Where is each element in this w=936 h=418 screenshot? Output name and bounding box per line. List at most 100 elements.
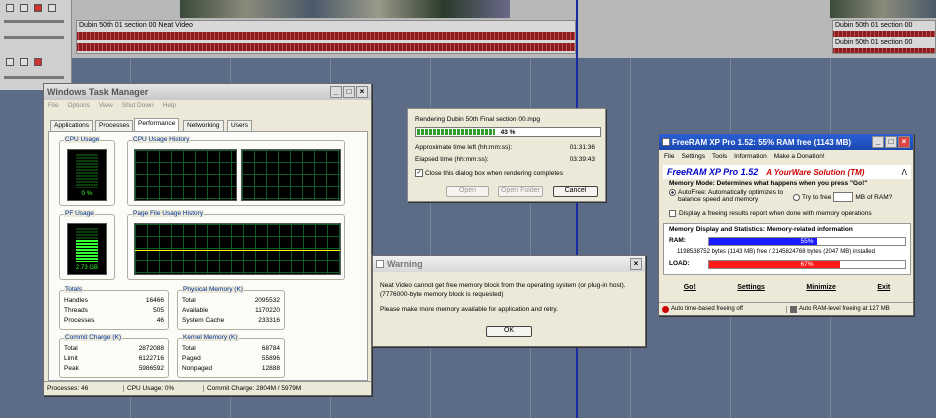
audio-clip-1[interactable]: Dubin 50th 01 section 00 Neat Video (76, 20, 576, 54)
close-icon[interactable]: × (356, 86, 368, 98)
solo-icon[interactable] (20, 58, 28, 66)
task-manager-window: Windows Task Manager _ □ × File Options … (43, 83, 372, 396)
waveform (833, 31, 935, 37)
cpu-history-graph-2 (241, 149, 341, 201)
volume-slider[interactable] (4, 76, 64, 79)
menu-information[interactable]: Information (734, 153, 767, 160)
menu-bar: File Options View Shut Down Help (48, 102, 176, 109)
status-bar: Processes: 46 CPU Usage: 0% Commit Charg… (44, 381, 371, 395)
window-title: Windows Task Manager (47, 87, 149, 97)
playhead-cursor[interactable] (576, 0, 578, 418)
mute-icon[interactable] (6, 58, 14, 66)
minimize-icon[interactable]: _ (330, 86, 342, 98)
status-cpu: CPU Usage: 0% (124, 385, 204, 392)
record-icon[interactable] (34, 58, 42, 66)
status-left: Auto time-based freeing off (659, 305, 787, 313)
tab-applications[interactable]: Applications (50, 120, 94, 131)
menu-tools[interactable]: Tools (712, 153, 727, 160)
tab-performance[interactable]: Performance (134, 118, 180, 131)
menu-file[interactable]: File (664, 153, 674, 160)
pf-usage-value: 2.73 GB (75, 265, 98, 271)
open-button[interactable]: Open (446, 186, 489, 197)
totals-title: Totals (64, 286, 83, 293)
try-free-option[interactable]: Try to free MB of RAM? (793, 192, 892, 202)
autofree-option[interactable]: AutoFree: Automatically optimizes to bal… (669, 189, 787, 203)
cpu-usage-value: 0 % (81, 190, 93, 197)
ram-label: RAM: (669, 237, 686, 244)
app-icon (662, 138, 670, 146)
waveform (77, 32, 575, 40)
ram-bar: 55% (708, 237, 906, 246)
checkbox-unchecked-icon[interactable] (669, 210, 676, 217)
clip-label: Dubin 50th 01 section 00 (835, 39, 913, 46)
physical-row: Available 1170220 (182, 307, 280, 314)
status-commit: Commit Charge: 2804M / 5979M (207, 385, 302, 392)
warning-titlebar[interactable]: Warning × (373, 256, 645, 272)
go-button[interactable]: Go! (684, 284, 696, 291)
pan-slider[interactable] (4, 36, 64, 39)
physical-row: System Cache 233316 (182, 317, 280, 324)
menu-file[interactable]: File (48, 102, 58, 109)
mb-amount-input[interactable] (833, 192, 854, 202)
ok-button[interactable]: OK (486, 326, 532, 337)
collapse-icon[interactable]: ᐱ (902, 168, 907, 177)
memory-chip-icon (790, 305, 797, 313)
tab-processes[interactable]: Processes (95, 120, 134, 131)
performance-panel: CPU Usage 0 % CPU Usage History PF Usage… (48, 131, 368, 381)
brand-name: FreeRAM XP Pro 1.52 (667, 167, 759, 177)
close-when-done[interactable]: ✓ Close this dialog box when rendering c… (415, 169, 563, 177)
menu-donate[interactable]: Make a Donation! (774, 153, 825, 160)
kernel-row: Paged 55896 (182, 355, 280, 362)
freeram-titlebar[interactable]: FreeRAM XP Pro 1.52: 55% RAM free (1143 … (659, 134, 913, 150)
radio-selected-icon[interactable] (669, 189, 676, 196)
warning-dialog: Warning × Neat Video cannot get free mem… (372, 255, 646, 347)
record-icon[interactable] (34, 4, 42, 12)
mute-icon[interactable] (6, 4, 14, 12)
exit-button[interactable]: Exit (877, 284, 890, 291)
fx-icon[interactable] (48, 4, 56, 12)
checkbox-checked-icon[interactable]: ✓ (415, 169, 423, 177)
render-title: Rendering Dubin 50th Final section 00.mp… (415, 116, 541, 123)
mb-of-ram-label: MB of RAM? (855, 193, 893, 201)
video-thumbnails-2 (830, 0, 936, 18)
time-left-row: Approximate time left (hh:mm:ss): 01:31:3… (415, 144, 595, 151)
kernel-row: Nonpaged 12888 (182, 365, 280, 372)
minimize-icon[interactable]: _ (872, 136, 884, 148)
display-report-label: Display a freeing results report when do… (679, 210, 872, 217)
cancel-button[interactable]: Cancel (553, 186, 598, 197)
volume-slider[interactable] (4, 20, 64, 23)
close-icon[interactable]: × (630, 258, 642, 270)
physical-memory-title: Physical Memory (K) (182, 286, 244, 293)
ram-percent: 55% (800, 238, 814, 245)
solo-icon[interactable] (20, 4, 28, 12)
open-folder-button[interactable]: Open Folder (498, 186, 543, 197)
menu-help[interactable]: Help (163, 102, 176, 109)
audio-clip-2[interactable]: Dubin 50th 01 section 00 Dubin 50th 01 s… (832, 20, 936, 54)
cpu-history-graph-1 (134, 149, 237, 201)
settings-button[interactable]: Settings (737, 284, 765, 291)
menu-settings[interactable]: Settings (681, 153, 705, 160)
video-thumbnails (180, 0, 510, 18)
stats-label: Memory Display and Statistics: Memory-re… (669, 226, 853, 233)
warning-message: Neat Video cannot get free memory block … (380, 282, 626, 313)
status-right: Auto RAM-level freeing at 127 MB (787, 305, 890, 313)
tab-users[interactable]: Users (227, 120, 252, 131)
maximize-icon[interactable]: □ (343, 86, 355, 98)
menu-shutdown[interactable]: Shut Down (122, 102, 154, 109)
commit-row: Total 2872088 (64, 345, 164, 352)
close-icon[interactable]: × (898, 136, 910, 148)
display-report-option[interactable]: Display a freeing results report when do… (669, 210, 872, 217)
menu-options[interactable]: Options (67, 102, 89, 109)
ram-detail: 1198538752 bytes (1143 MB) free / 214582… (677, 249, 875, 255)
waveform (833, 48, 935, 53)
totals-row: Handles 16466 (64, 297, 164, 304)
menu-view[interactable]: View (99, 102, 113, 109)
tab-networking[interactable]: Networking (183, 120, 224, 131)
warning-title: Warning (387, 259, 423, 269)
maximize-icon[interactable]: □ (885, 136, 897, 148)
status-processes: Processes: 46 (44, 385, 124, 392)
minimize-button[interactable]: Minimize (806, 284, 836, 291)
brand-tagline: A YourWare Solution (TM) (766, 167, 865, 177)
task-manager-titlebar[interactable]: Windows Task Manager _ □ × (44, 84, 371, 100)
radio-unselected-icon[interactable] (793, 193, 800, 201)
